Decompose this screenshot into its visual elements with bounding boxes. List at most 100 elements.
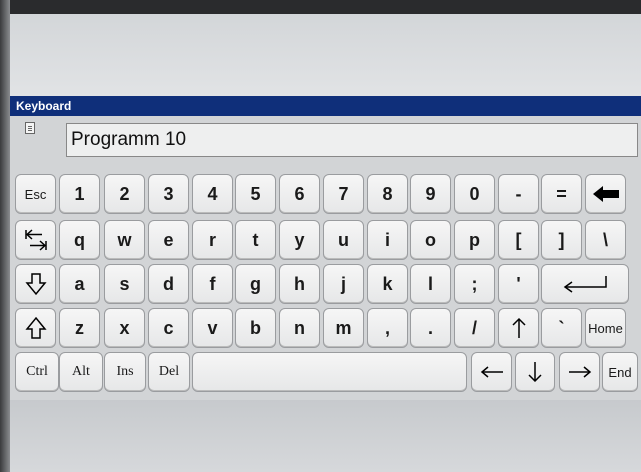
key-space[interactable] (192, 352, 467, 392)
key-r[interactable]: r (192, 220, 233, 260)
key-arrow-left[interactable] (471, 352, 512, 392)
key-6[interactable]: 6 (279, 174, 320, 214)
key-label: q (74, 229, 85, 250)
key-label: 2 (119, 183, 130, 204)
key-label: End (608, 364, 632, 380)
key-label: Home (588, 320, 623, 336)
key-i[interactable]: i (367, 220, 408, 260)
key-9[interactable]: 9 (410, 174, 451, 214)
key-1[interactable]: 1 (59, 174, 100, 214)
tab-icon (24, 229, 48, 251)
key-n[interactable]: n (279, 308, 320, 348)
key-p[interactable]: p (454, 220, 495, 260)
key-h[interactable]: h (279, 264, 320, 304)
key-enter[interactable] (541, 264, 629, 304)
key-2[interactable]: 2 (104, 174, 145, 214)
key-x[interactable]: x (104, 308, 145, 348)
key-esc[interactable]: Esc (15, 174, 56, 214)
arrow-up-icon (511, 316, 527, 340)
key-alt[interactable]: Alt (59, 352, 103, 392)
backspace-icon (591, 185, 621, 203)
key-comma[interactable]: , (367, 308, 408, 348)
key-label: 1 (74, 183, 85, 204)
key-label: o (425, 229, 436, 250)
key-e[interactable]: e (148, 220, 189, 260)
window-title: Keyboard (10, 96, 641, 116)
key-l[interactable]: l (410, 264, 451, 304)
device-bezel-left (0, 0, 10, 472)
key-label: 8 (382, 183, 393, 204)
text-input[interactable]: Programm 10 (66, 123, 638, 157)
key-g[interactable]: g (235, 264, 276, 304)
key-a[interactable]: a (59, 264, 100, 304)
key-j[interactable]: j (323, 264, 364, 304)
key-f[interactable]: f (192, 264, 233, 304)
key-label: = (556, 183, 567, 204)
key-s[interactable]: s (104, 264, 145, 304)
key-label: ` (558, 317, 565, 338)
key-label: 0 (469, 183, 480, 204)
key-q[interactable]: q (59, 220, 100, 260)
key-z[interactable]: z (59, 308, 100, 348)
key-label: a (74, 273, 85, 294)
key-v[interactable]: v (192, 308, 233, 348)
key-u[interactable]: u (323, 220, 364, 260)
key-5[interactable]: 5 (235, 174, 276, 214)
key-t[interactable]: t (235, 220, 276, 260)
key-y[interactable]: y (279, 220, 320, 260)
key-home[interactable]: Home (585, 308, 626, 348)
key-apostrophe[interactable]: ' (498, 264, 539, 304)
key-label: z (75, 317, 84, 338)
key-k[interactable]: k (367, 264, 408, 304)
key-label: ] (558, 229, 565, 250)
key-label: Ctrl (26, 364, 48, 379)
key-b[interactable]: b (235, 308, 276, 348)
key-tab[interactable] (15, 220, 56, 260)
key-end[interactable]: End (602, 352, 638, 392)
key-label: r (208, 229, 216, 250)
key-label: - (515, 183, 522, 204)
key-label: p (469, 229, 480, 250)
key-arrow-right[interactable] (559, 352, 600, 392)
document-icon (25, 122, 35, 134)
screen-background-top (10, 14, 641, 96)
key-d[interactable]: d (148, 264, 189, 304)
key-backslash[interactable]: \ (585, 220, 626, 260)
key-label: / (471, 317, 477, 338)
key-left-bracket[interactable]: [ (498, 220, 539, 260)
key-7[interactable]: 7 (323, 174, 364, 214)
key-label: i (384, 229, 390, 250)
key-right-bracket[interactable]: ] (541, 220, 582, 260)
key-caps-lock[interactable] (15, 264, 56, 304)
enter-icon (560, 274, 610, 294)
key-ctrl[interactable]: Ctrl (15, 352, 59, 392)
key-label: 3 (163, 183, 174, 204)
key-w[interactable]: w (104, 220, 145, 260)
key-8[interactable]: 8 (367, 174, 408, 214)
key-slash[interactable]: / (454, 308, 495, 348)
key-0[interactable]: 0 (454, 174, 495, 214)
key-o[interactable]: o (410, 220, 451, 260)
screen-background-bottom (10, 400, 641, 472)
key-semicolon[interactable]: ; (454, 264, 495, 304)
key-equals[interactable]: = (541, 174, 582, 214)
key-label: k (382, 273, 393, 294)
key-m[interactable]: m (323, 308, 364, 348)
key-backspace[interactable] (585, 174, 626, 214)
key-del[interactable]: Del (148, 352, 190, 392)
key-c[interactable]: c (148, 308, 189, 348)
key-arrow-up[interactable] (498, 308, 539, 348)
key-arrow-down[interactable] (515, 352, 555, 392)
key-label: 5 (250, 183, 261, 204)
key-ins[interactable]: Ins (104, 352, 146, 392)
key-3[interactable]: 3 (148, 174, 189, 214)
key-label: Ins (116, 364, 134, 379)
key-backtick[interactable]: ` (541, 308, 582, 348)
key-minus[interactable]: - (498, 174, 539, 214)
key-period[interactable]: . (410, 308, 451, 348)
key-label: j (340, 273, 346, 294)
key-4[interactable]: 4 (192, 174, 233, 214)
key-label: f (209, 273, 216, 294)
key-shift[interactable] (15, 308, 56, 348)
key-label: e (163, 229, 174, 250)
